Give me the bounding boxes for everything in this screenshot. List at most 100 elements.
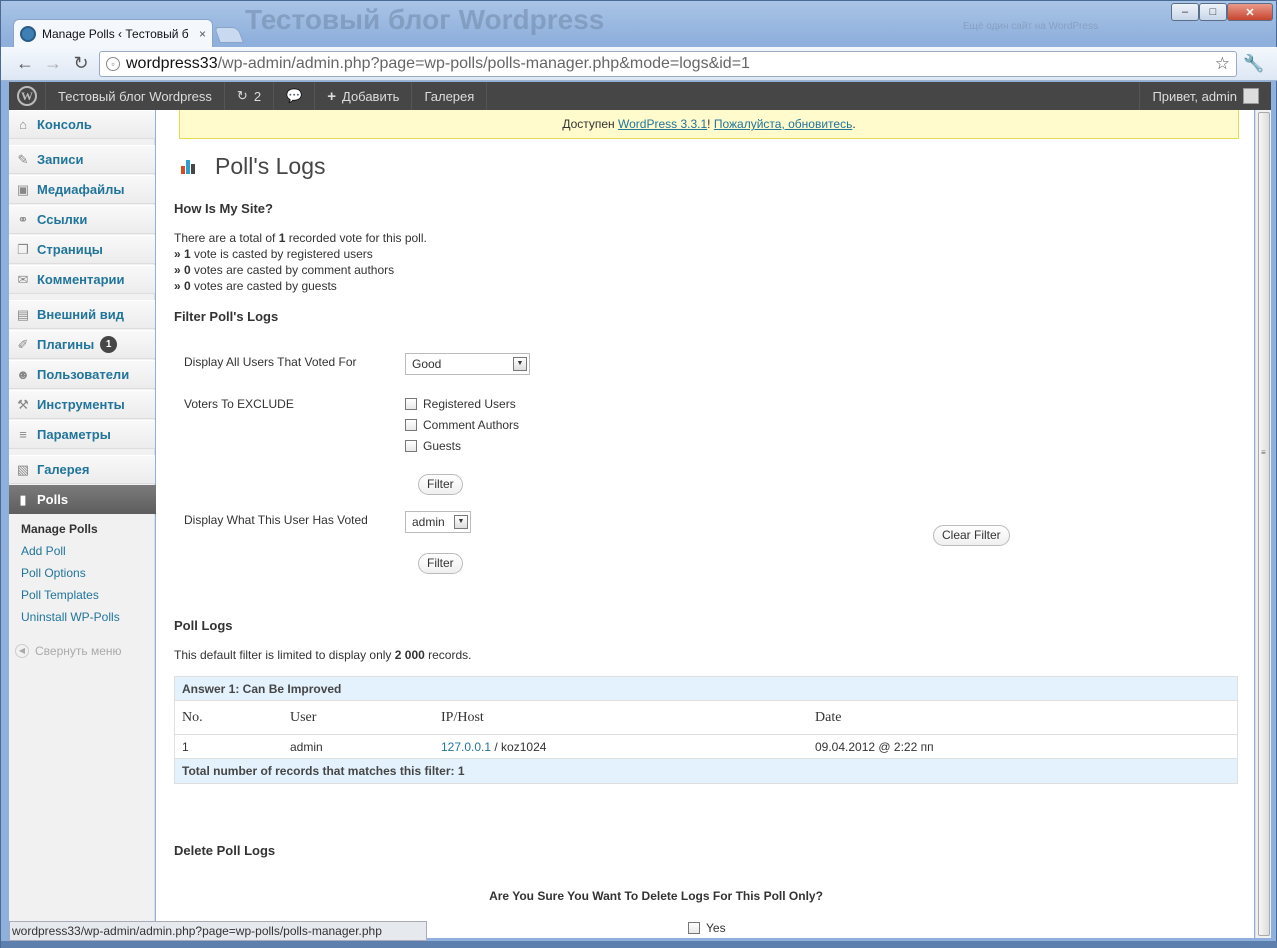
menu-plugins[interactable]: ✐ Плагины 1 xyxy=(9,330,155,359)
close-window-button[interactable]: ✕ xyxy=(1227,3,1273,21)
menu-label: Ссылки xyxy=(37,212,88,227)
submenu-poll-templates[interactable]: Poll Templates xyxy=(21,588,99,602)
total-pre: There are a total of xyxy=(174,231,279,245)
ip-link[interactable]: 127.0.0.1 xyxy=(441,740,491,754)
gallery-icon: ▧ xyxy=(16,461,30,477)
collapse-menu[interactable]: ◀ Свернуть меню xyxy=(15,644,122,658)
wp-logo-menu[interactable]: W xyxy=(9,82,46,110)
answer-select[interactable]: Good ▼ xyxy=(405,353,530,375)
reload-icon[interactable]: ↻ xyxy=(69,53,93,74)
menu-settings[interactable]: ≡ Параметры xyxy=(9,420,155,449)
display-all-label: Display All Users That Voted For xyxy=(184,355,357,369)
site-name-link[interactable]: Тестовый блог Wordpress xyxy=(46,82,225,110)
menu-console[interactable]: ⌂ Консоль xyxy=(9,110,155,139)
host-text: / koz1024 xyxy=(491,739,547,754)
wrench-icon[interactable]: 🔧 xyxy=(1243,54,1264,74)
registered-votes: » 1 vote is casted by registered users xyxy=(174,247,373,261)
notice-text: ! xyxy=(707,117,714,131)
checkbox[interactable] xyxy=(405,419,417,431)
account-menu[interactable]: Привет, admin xyxy=(1139,82,1271,110)
gallery-link[interactable]: Галерея xyxy=(412,82,488,110)
checkbox-label: Yes xyxy=(706,921,726,935)
menu-tools[interactable]: ⚒ Инструменты xyxy=(9,390,155,419)
vertical-scrollbar[interactable]: ≡ xyxy=(1255,110,1271,938)
comments-icon: ✉ xyxy=(17,271,29,287)
limit-post: records. xyxy=(424,648,472,662)
menu-pages[interactable]: ❐ Страницы xyxy=(9,235,155,264)
comments-link[interactable]: 💬 xyxy=(274,82,316,110)
scrollbar-thumb[interactable]: ≡ xyxy=(1258,112,1270,936)
add-new-link[interactable]: + Добавить xyxy=(315,82,413,110)
wordpress-version-link[interactable]: WordPress 3.3.1 xyxy=(618,117,707,131)
browser-tab[interactable]: Manage Polls ‹ Тестовый б × xyxy=(13,19,213,47)
browser-toolbar: ← → ↻ ▫ wordpress33/wp-admin/admin.php?p… xyxy=(1,47,1277,81)
clear-filter-button[interactable]: Clear Filter xyxy=(933,525,1010,546)
arrow: » xyxy=(174,247,181,261)
users-icon: ☻ xyxy=(16,366,30,382)
comment-author-votes: » 0 votes are casted by comment authors xyxy=(174,263,394,277)
url-path: /wp-admin/admin.php?page=wp-polls/polls-… xyxy=(217,55,750,72)
menu-posts[interactable]: ✎ Записи xyxy=(9,145,155,174)
bookmark-star-icon[interactable]: ☆ xyxy=(1215,54,1230,74)
chevron-down-icon: ▼ xyxy=(454,515,468,529)
user-select[interactable]: admin ▼ xyxy=(405,511,471,533)
checkbox[interactable] xyxy=(405,440,417,452)
address-bar[interactable]: ▫ wordpress33/wp-admin/admin.php?page=wp… xyxy=(99,51,1237,77)
updates-count: 2 xyxy=(253,88,262,104)
logs-table: Answer 1: Can Be Improved No. User IP/Ho… xyxy=(174,676,1238,784)
poll-chart-icon: ▮ xyxy=(19,491,27,507)
comment-authors-checkbox[interactable]: Comment Authors xyxy=(405,418,519,432)
updates-link[interactable]: ↻ 2 xyxy=(225,82,275,110)
submenu-uninstall[interactable]: Uninstall WP-Polls xyxy=(21,610,120,624)
table-header: No. User IP/Host Date xyxy=(175,701,1237,735)
tab-close-icon[interactable]: × xyxy=(199,27,206,41)
minimize-button[interactable]: – xyxy=(1171,3,1199,21)
media-icon: ▣ xyxy=(16,181,30,197)
admin-bar: W Тестовый блог Wordpress ↻ 2 💬 + Добавить… xyxy=(9,82,1271,110)
menu-users[interactable]: ☻ Пользователи xyxy=(9,360,155,389)
poll-question: How Is My Site? xyxy=(174,201,273,216)
notice-text: . xyxy=(852,117,856,131)
checkbox[interactable] xyxy=(688,922,700,934)
delete-yes-checkbox[interactable]: Yes xyxy=(688,921,726,935)
maximize-button[interactable]: □ xyxy=(1199,3,1227,21)
guest-count: 0 xyxy=(184,279,191,293)
col-ip: IP/Host xyxy=(441,709,484,725)
checkbox-label: Comment Authors xyxy=(423,418,520,432)
menu-appearance[interactable]: ▤ Внешний вид xyxy=(9,300,155,329)
answer-select-value: Good xyxy=(412,357,442,371)
menu-polls[interactable]: ▮ Polls xyxy=(9,485,171,515)
new-tab-button[interactable] xyxy=(214,27,244,43)
menu-comments[interactable]: ✉ Комментарии xyxy=(9,265,155,294)
total-post: recorded vote for this poll. xyxy=(285,231,427,245)
add-new-label: Добавить xyxy=(342,88,400,104)
back-icon[interactable]: ← xyxy=(13,53,37,74)
menu-links[interactable]: ⚭ Ссылки xyxy=(9,205,155,234)
menu-label: Галерея xyxy=(37,462,90,477)
submenu-manage-polls[interactable]: Manage Polls xyxy=(21,522,98,536)
page-header: Poll's Logs xyxy=(181,153,326,180)
plugin-icon: ✐ xyxy=(17,336,29,352)
update-link[interactable]: Пожалуйста, обновитесь xyxy=(714,117,853,131)
menu-media[interactable]: ▣ Медиафайлы xyxy=(9,175,155,204)
registered-users-checkbox[interactable]: Registered Users xyxy=(405,397,516,411)
wordpress-logo-icon: W xyxy=(17,86,37,106)
menu-label: Комментарии xyxy=(37,272,125,287)
filter-user-button[interactable]: Filter xyxy=(418,553,463,574)
checkbox[interactable] xyxy=(405,398,417,410)
cell-ip: 127.0.0.1 / koz1024 xyxy=(441,740,815,754)
filter-button[interactable]: Filter xyxy=(418,474,463,495)
submenu-add-poll[interactable]: Add Poll xyxy=(21,544,66,558)
taskbar-edge xyxy=(1,941,1277,948)
comment-bubble-icon: 💬 xyxy=(286,88,303,103)
dashboard-icon: ⌂ xyxy=(19,116,27,132)
main-content: Доступен WordPress 3.3.1! Пожалуйста, об… xyxy=(156,110,1254,938)
delete-question: Are You Sure You Want To Delete Logs For… xyxy=(489,889,823,903)
submenu-poll-options[interactable]: Poll Options xyxy=(21,566,86,580)
menu-gallery[interactable]: ▧ Галерея xyxy=(9,455,155,484)
forward-icon[interactable]: → xyxy=(41,53,65,74)
menu-label: Пользователи xyxy=(37,367,130,382)
page-icon: ▫ xyxy=(106,57,120,71)
guests-checkbox[interactable]: Guests xyxy=(405,439,461,453)
limit-count: 2 000 xyxy=(394,648,425,662)
